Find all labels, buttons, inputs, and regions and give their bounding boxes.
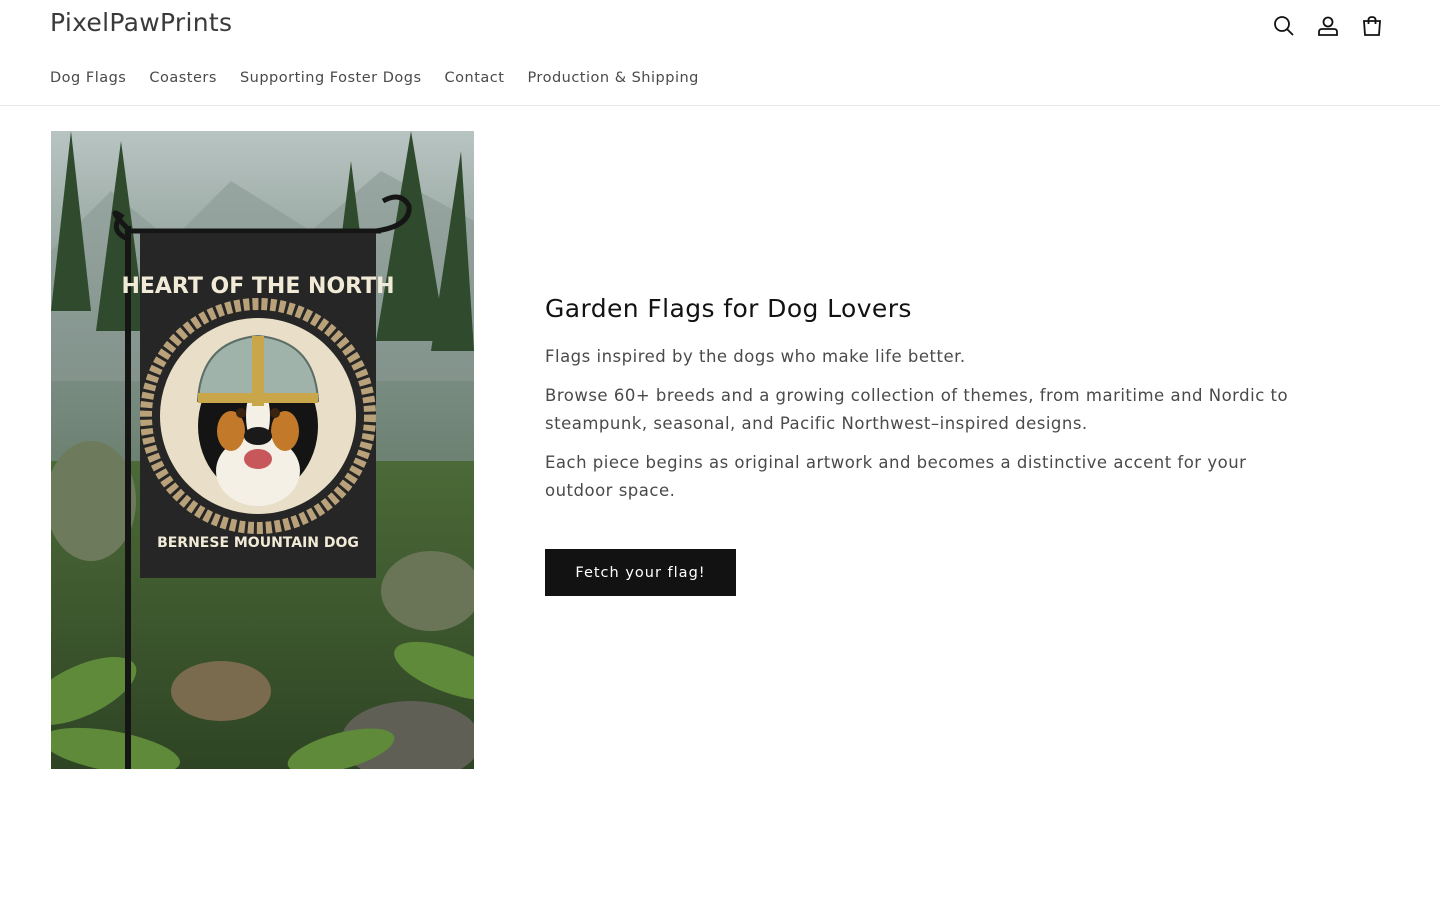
hero-paragraph-1: Flags inspired by the dogs who make life… [545,347,966,366]
garden-flag-photo: HEART OF THE NORTH BERNESE MOUNTAIN DOG [51,131,474,769]
hero-image: HEART OF THE NORTH BERNESE MOUNTAIN DOG [51,131,474,769]
flag-title-text: HEART OF THE NORTH [121,274,394,299]
hero-content: Garden Flags for Dog Lovers Flags inspir… [545,294,1315,516]
flag-subtitle-text: BERNESE MOUNTAIN DOG [157,535,359,551]
account-button[interactable] [1312,10,1344,42]
cart-button[interactable] [1356,10,1388,42]
nav-item-coasters[interactable]: Coasters [149,70,217,86]
fetch-flag-button[interactable]: Fetch your flag! [545,549,736,596]
search-button[interactable] [1268,10,1300,42]
site-header: PixelPawPrints Dog Flags Coasters Suppor… [0,0,1440,106]
hero-paragraph-3: Each piece begins as original artwork an… [545,452,1247,501]
account-icon [1318,16,1338,36]
nav-item-dog-flags[interactable]: Dog Flags [50,70,126,86]
hero-paragraph-2: Browse 60+ breeds and a growing collecti… [545,385,1289,434]
hero-title: Garden Flags for Dog Lovers [545,294,912,323]
main-nav: Dog Flags Coasters Supporting Foster Dog… [50,70,722,86]
brand-logo[interactable]: PixelPawPrints [50,8,232,37]
cart-icon [1363,16,1381,36]
nav-item-supporting-foster-dogs[interactable]: Supporting Foster Dogs [240,70,422,86]
nav-item-production-shipping[interactable]: Production & Shipping [527,70,698,86]
nav-item-contact[interactable]: Contact [445,70,505,86]
search-icon [1274,16,1294,36]
